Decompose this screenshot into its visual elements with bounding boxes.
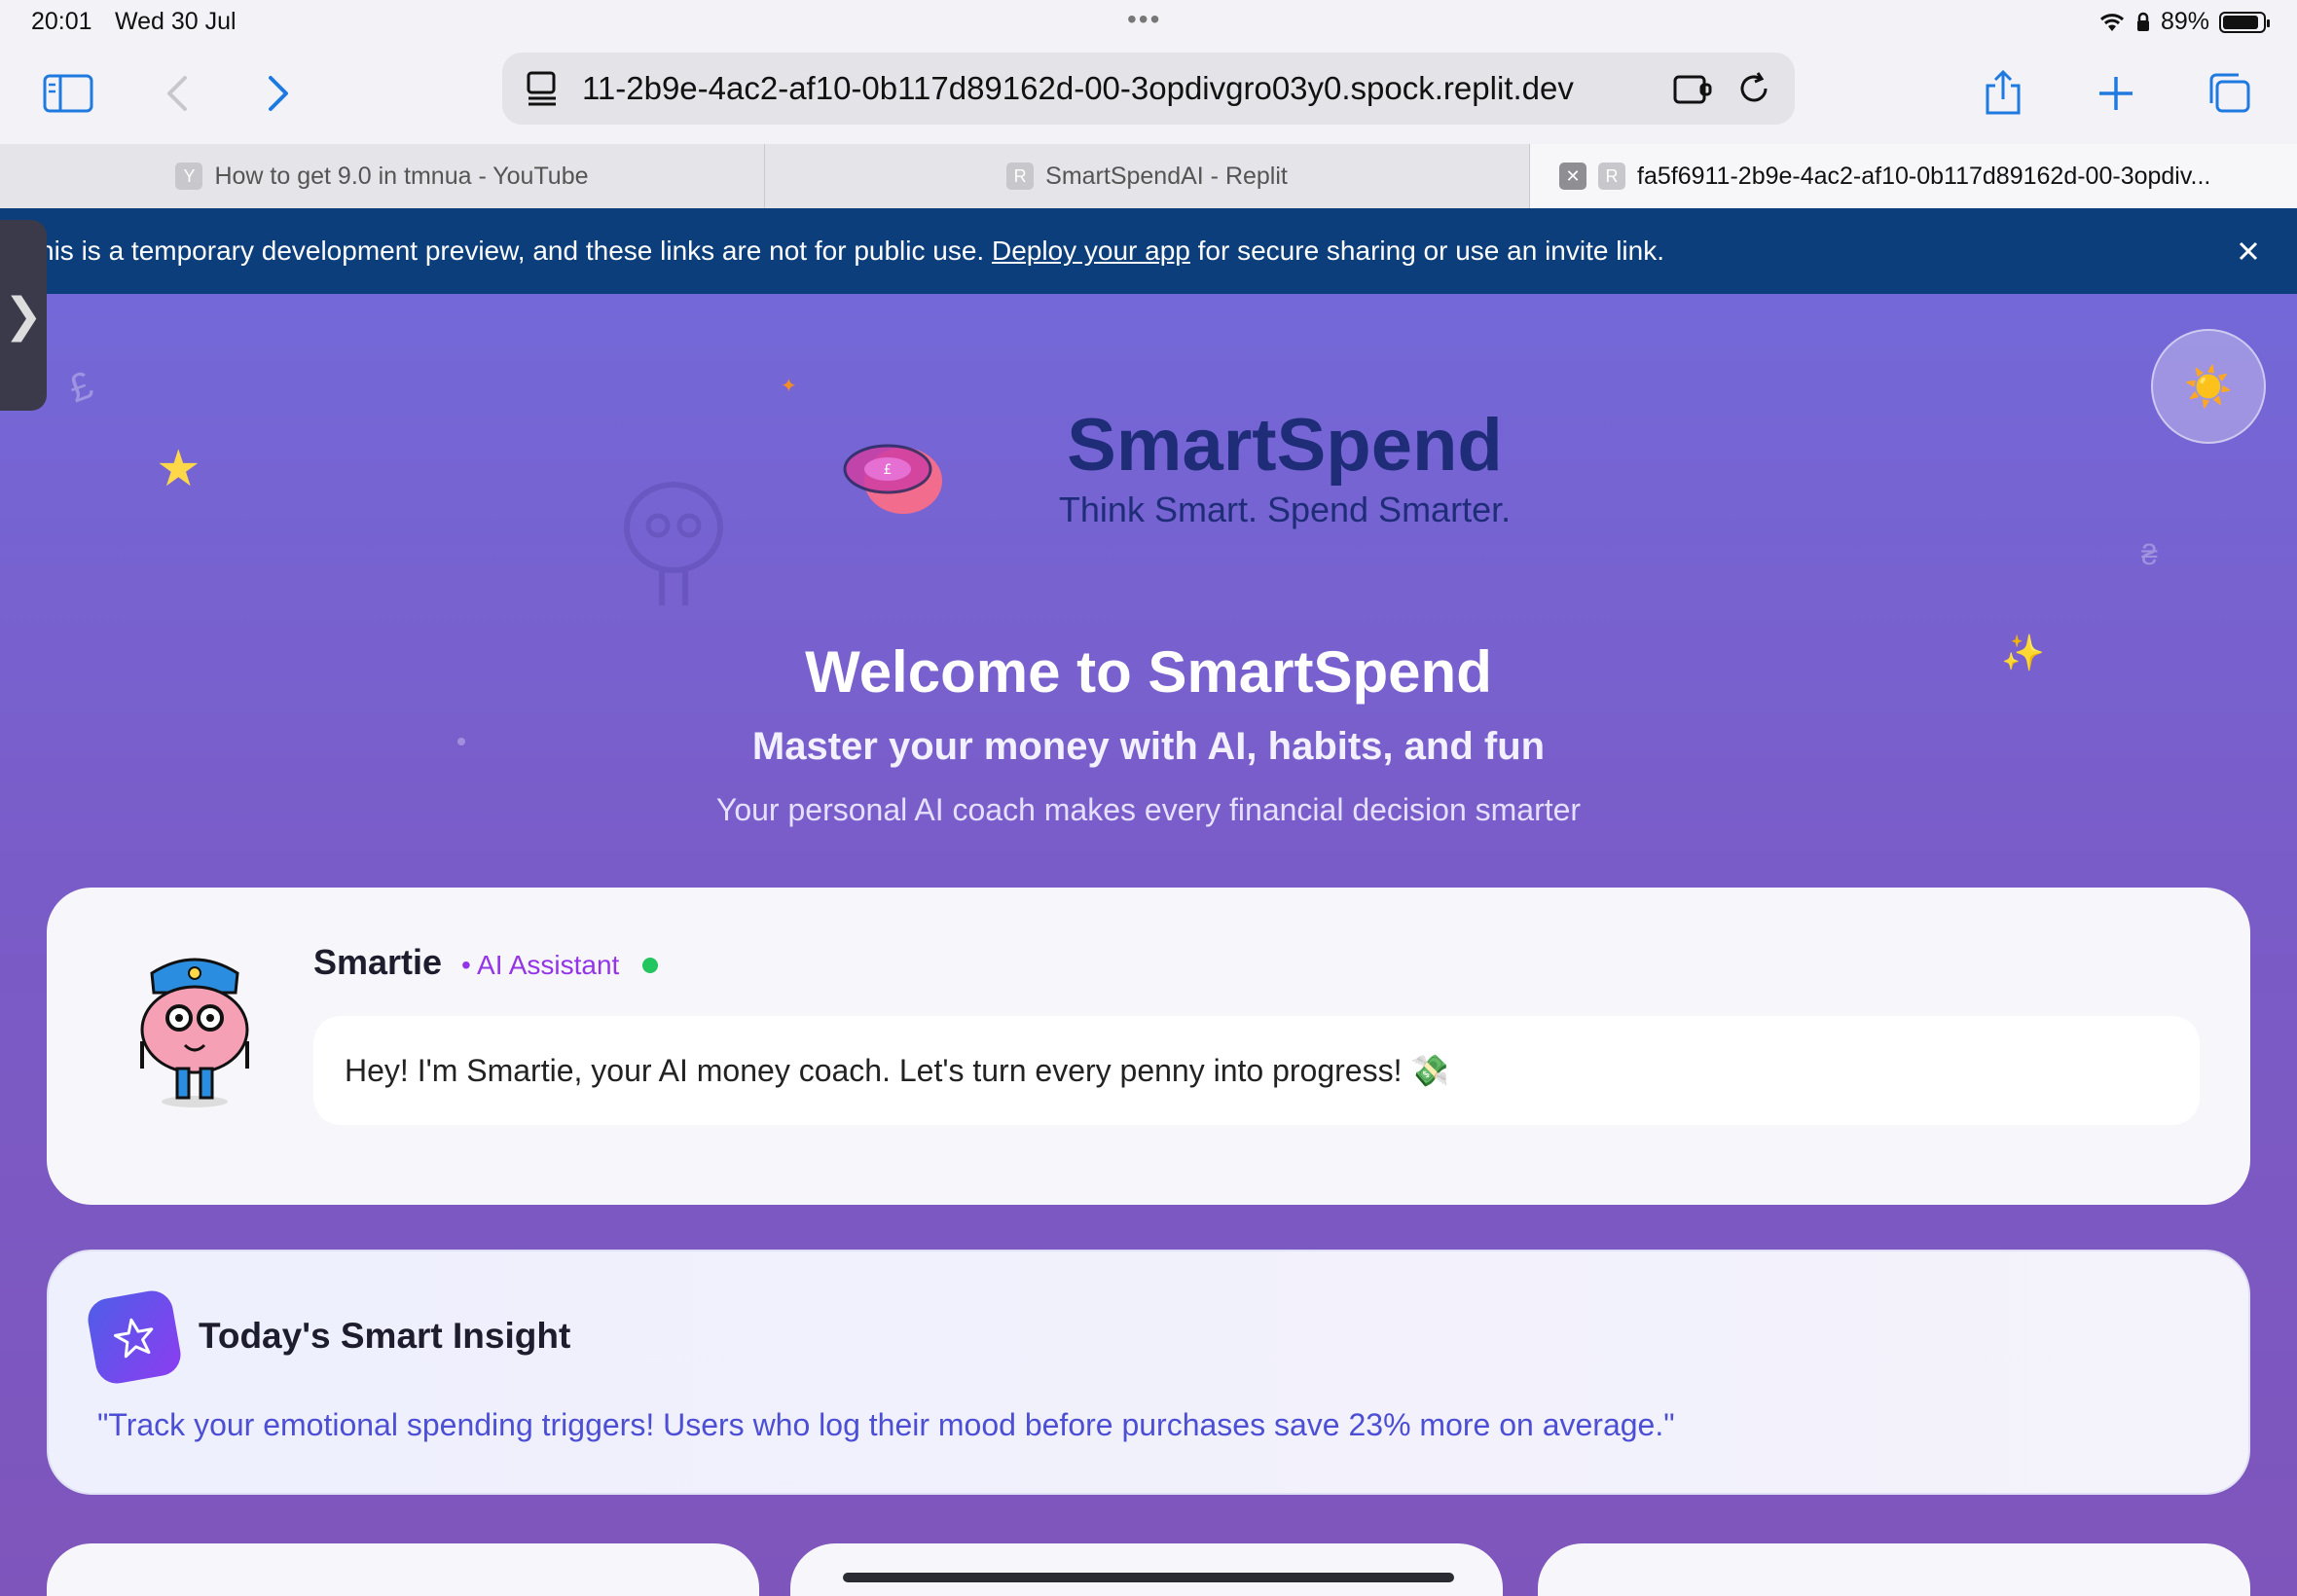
insight-text: "Track your emotional spending triggers!… xyxy=(97,1407,1675,1442)
assistant-message: Hey! I'm Smartie, your AI money coach. L… xyxy=(345,1053,1450,1088)
close-banner-icon[interactable] xyxy=(2229,232,2268,271)
battery-fill xyxy=(2223,15,2258,29)
tab-bar: Y How to get 9.0 in tmnua - YouTube R Sm… xyxy=(0,144,2297,208)
back-button[interactable] xyxy=(148,64,206,123)
address-bar[interactable]: 11-2b9e-4ac2-af10-0b117d89162d-00-3opdiv… xyxy=(502,53,1795,125)
rupee-icon: ₴ xyxy=(2141,539,2158,571)
smartie-avatar-icon xyxy=(140,958,249,1107)
tab-label: SmartSpendAI - Replit xyxy=(1045,162,1288,190)
app-main: £ ★ ✦ ✨ ₴ ☀️ £ SmartSpend Think Smart. S… xyxy=(0,294,2297,1596)
assistant-card: Smartie • AI Assistant Hey! I'm Smartie,… xyxy=(47,888,2250,1205)
browser-toolbar: 11-2b9e-4ac2-af10-0b117d89162d-00-3opdiv… xyxy=(0,47,2297,144)
insight-title: Today's Smart Insight xyxy=(199,1316,571,1356)
spark-icon: ✦ xyxy=(781,376,797,397)
share-button[interactable] xyxy=(1974,64,2032,123)
reload-icon[interactable] xyxy=(1736,71,1771,106)
deploy-app-link[interactable]: Deploy your app xyxy=(992,236,1190,266)
brand-title: SmartSpend xyxy=(1067,404,1503,487)
home-indicator[interactable] xyxy=(843,1573,1454,1582)
brand-tagline: Think Smart. Spend Smarter. xyxy=(1058,490,1512,529)
tab-overview-button[interactable] xyxy=(2200,64,2258,123)
welcome-description: Your personal AI coach makes every finan… xyxy=(715,792,1582,827)
replit-favicon-icon: R xyxy=(1006,163,1035,190)
wifi-icon xyxy=(2099,13,2124,31)
banner-text-after: for secure sharing or use an invite link… xyxy=(1197,236,1665,266)
url-text: 11-2b9e-4ac2-af10-0b117d89162d-00-3opdiv… xyxy=(582,70,1574,106)
extensions-icon[interactable] xyxy=(1672,71,1713,106)
welcome-section: Welcome to SmartSpend Master your money … xyxy=(0,638,2297,828)
assistant-name: Smartie xyxy=(313,942,443,982)
insight-card: Today's Smart Insight "Track your emotio… xyxy=(47,1250,2250,1495)
page-menu-icon xyxy=(527,71,556,106)
share-icon xyxy=(1986,70,2021,115)
welcome-subtitle: Master your money with AI, habits, and f… xyxy=(751,725,1546,768)
assistant-message-bubble: Hey! I'm Smartie, your AI money coach. L… xyxy=(313,1016,2200,1125)
status-time: 20:01 xyxy=(31,8,92,35)
side-panel-handle[interactable]: ❯ xyxy=(0,220,47,411)
banner-text: his is a temporary development preview, … xyxy=(39,236,1664,267)
status-right: 89% xyxy=(2098,8,2270,36)
feature-card[interactable] xyxy=(790,1543,1503,1596)
tab-label: How to get 9.0 in tmnua - YouTube xyxy=(214,162,589,190)
online-status-icon xyxy=(642,958,658,973)
preview-favicon-icon: R xyxy=(1598,163,1625,190)
close-tab-icon[interactable]: ✕ xyxy=(1559,163,1586,190)
battery-percent: 89% xyxy=(2160,8,2209,35)
welcome-title: Welcome to SmartSpend xyxy=(805,639,1492,705)
tab-youtube[interactable]: Y How to get 9.0 in tmnua - YouTube xyxy=(0,144,765,208)
multitasking-dots[interactable]: ••• xyxy=(1127,4,1161,35)
chevron-left-icon xyxy=(167,76,187,111)
battery-icon xyxy=(2219,11,2270,33)
feature-card[interactable] xyxy=(47,1543,759,1596)
status-bar: 20:01 Wed 30 Jul ••• 89% xyxy=(0,0,2297,47)
plus-icon xyxy=(2099,77,2133,110)
tab-label: fa5f6911-2b9e-4ac2-af10-0b117d89162d-00-… xyxy=(1637,162,2211,190)
tab-replit[interactable]: R SmartSpendAI - Replit xyxy=(765,144,1530,208)
assistant-role: • AI Assistant xyxy=(461,950,620,980)
star-outline-icon xyxy=(113,1318,154,1359)
lock-rotation-icon xyxy=(2136,12,2149,31)
tab-preview[interactable]: ✕ R fa5f6911-2b9e-4ac2-af10-0b117d89162d… xyxy=(1530,144,2297,208)
chevron-right-icon xyxy=(269,76,288,111)
youtube-favicon-icon: Y xyxy=(175,163,203,190)
sidebar-icon xyxy=(43,74,93,113)
new-tab-button[interactable] xyxy=(2087,64,2145,123)
tabs-icon xyxy=(2209,73,2250,113)
banner-text-before: his is a temporary development preview, … xyxy=(39,236,985,266)
status-date: Wed 30 Jul xyxy=(115,8,237,35)
feature-card[interactable] xyxy=(1538,1543,2250,1596)
insight-star-badge xyxy=(85,1288,184,1387)
forward-button[interactable] xyxy=(249,64,308,123)
dev-preview-banner: his is a temporary development preview, … xyxy=(0,208,2297,294)
sidebar-toggle-button[interactable] xyxy=(39,64,97,123)
chevron-right-icon: ❯ xyxy=(3,290,44,342)
brand-header: SmartSpend Think Smart. Spend Smarter. xyxy=(0,403,2297,530)
